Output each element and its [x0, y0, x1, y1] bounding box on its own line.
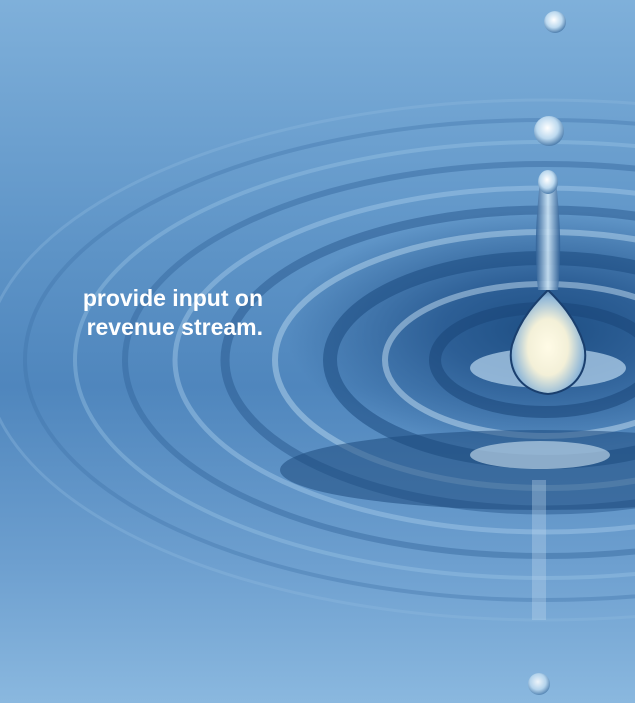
ripple-highlight: [470, 441, 610, 469]
column-tip: [538, 170, 558, 194]
slide-caption: provide input on revenue stream.: [0, 284, 263, 342]
water-column: [535, 180, 561, 290]
reflection: [532, 480, 546, 620]
droplet: [544, 11, 566, 33]
droplet: [534, 116, 564, 146]
water-droplet-splash-photo: [0, 11, 635, 695]
droplet: [528, 673, 550, 695]
caption-line: provide input on: [82, 285, 263, 311]
slide: provide input on revenue stream.: [0, 0, 635, 703]
caption-line: revenue stream.: [86, 314, 263, 340]
